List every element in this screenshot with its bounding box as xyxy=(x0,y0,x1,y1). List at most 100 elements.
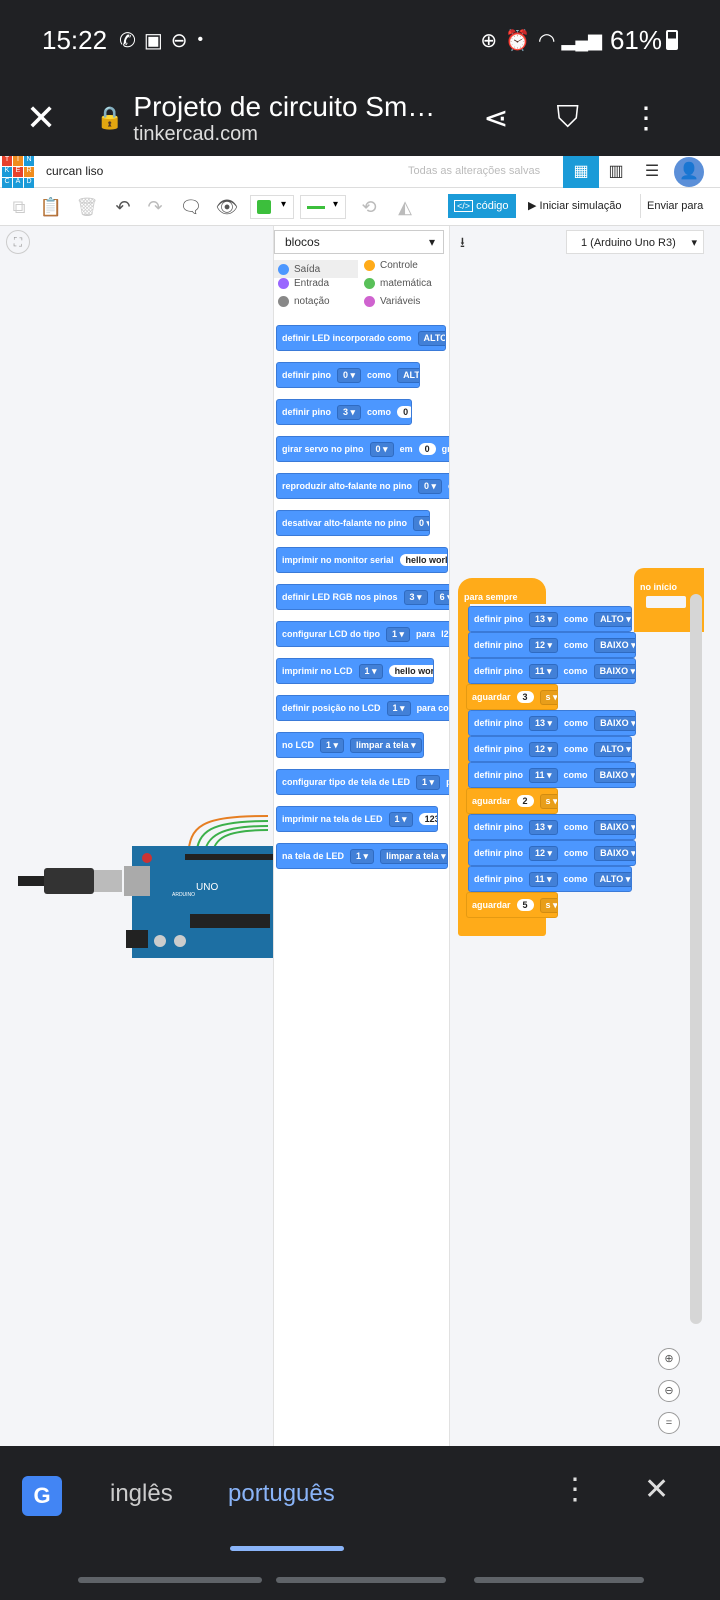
palette-block[interactable]: desativar alto-falante no pino 0 xyxy=(276,510,430,536)
delete-icon[interactable]: 🗑 xyxy=(74,194,100,220)
bookmark-icon[interactable]: ⛉ xyxy=(557,101,580,135)
zoom-in-icon[interactable]: ⊕ xyxy=(658,1348,680,1370)
palette-block[interactable]: configurar LCD do tipo1paraI2C ( xyxy=(276,621,449,647)
palette-block[interactable]: definir LED incorporado como ALTO xyxy=(276,325,446,351)
note-icon[interactable]: 🗨 xyxy=(178,194,204,220)
arduino-brand-label: ARDUINO xyxy=(172,892,195,898)
tinkercad-toolbar: ⧉ 📋 🗑 ↶ ↷ 🗨 👁 ▾ ▾ ⟲ ◭ </> código ▶ Inici… xyxy=(0,188,720,226)
chevron-down-icon: ▾ xyxy=(333,199,339,210)
set-pin-block[interactable]: definir pino13comoBAIXO xyxy=(468,814,636,840)
palette-block[interactable]: configurar tipo de tela de LED1para xyxy=(276,769,449,795)
status-bar: 15:22 ✆ ▣ ⊖ • ⊕ ⏰ ◠ ▂▄▆ 61% xyxy=(0,0,720,80)
block-palette: blocos ▾ Saída Controle Entrada matemátic… xyxy=(273,226,450,1456)
palette-block[interactable]: imprimir no monitor serialhello world xyxy=(276,547,448,573)
palette-block[interactable]: na tela de LED1limpar a tela xyxy=(276,843,448,869)
chevron-down-icon: ▾ xyxy=(691,237,697,249)
redo-icon[interactable]: ↷ xyxy=(142,194,168,220)
avatar[interactable]: 👤 xyxy=(674,157,704,187)
circuit-canvas[interactable]: ⛶ UNO ARDUINO xyxy=(0,226,273,1456)
undo-icon[interactable]: ↶ xyxy=(110,194,136,220)
nav-gesture-left[interactable] xyxy=(78,1577,262,1583)
dot-icon xyxy=(278,296,289,307)
url-text: tinkercad.com xyxy=(133,122,258,145)
code-button[interactable]: </> código xyxy=(448,194,516,218)
start-simulation-button[interactable]: ▶ Iniciar simulação xyxy=(522,194,634,218)
flip-icon[interactable]: ◭ xyxy=(392,194,418,220)
forever-block[interactable]: para sempre xyxy=(458,578,546,604)
wait-block[interactable]: aguardar 5 s xyxy=(466,892,558,918)
zoom-out-icon[interactable]: ⊖ xyxy=(658,1380,680,1402)
paste-icon[interactable]: 📋 xyxy=(38,194,64,220)
vertical-scrollbar[interactable] xyxy=(690,594,702,1324)
arduino-board[interactable]: UNO ARDUINO xyxy=(0,796,273,966)
wire-swatch-icon xyxy=(307,206,325,209)
palette-block[interactable]: reproduzir alto-falante no pino0com xyxy=(276,473,449,499)
category-entrada[interactable]: Entrada xyxy=(278,278,329,289)
rotate-icon[interactable]: ⟲ xyxy=(356,194,382,220)
copy-icon[interactable]: ⧉ xyxy=(6,194,32,220)
set-pin-block[interactable]: definir pino12comoBAIXO xyxy=(468,632,636,658)
project-name[interactable]: curcan liso xyxy=(46,164,103,178)
set-pin-block[interactable]: definir pino11comoALTO xyxy=(468,866,632,892)
more-options-icon[interactable]: ⋮ xyxy=(560,1472,590,1507)
close-tab-icon[interactable]: ✕ xyxy=(26,97,58,139)
send-to-button[interactable]: Enviar para xyxy=(640,194,718,218)
mode-select[interactable]: blocos ▾ xyxy=(274,230,444,254)
wait-block[interactable]: aguardar 3 s xyxy=(466,684,558,710)
set-pin-block[interactable]: definir pino12comoBAIXO xyxy=(468,840,636,866)
dot-icon xyxy=(278,278,289,289)
download-icon[interactable]: ⭳ xyxy=(460,232,465,256)
chip-view-icon[interactable]: ▥ xyxy=(604,156,628,188)
view-notes-icon[interactable]: 👁 xyxy=(214,194,240,220)
nav-gesture-right[interactable] xyxy=(474,1577,644,1583)
fit-view-icon[interactable]: ⛶ xyxy=(6,230,30,254)
set-pin-block[interactable]: definir pino11comoBAIXO xyxy=(468,658,636,684)
set-pin-block[interactable]: definir pino13comoALTO xyxy=(468,606,632,632)
set-pin-block[interactable]: definir pino11comoBAIXO xyxy=(468,762,636,788)
palette-block[interactable]: definir pino3como0 xyxy=(276,399,412,425)
zoom-reset-icon[interactable]: = xyxy=(658,1412,680,1434)
palette-block[interactable]: no LCD1limpar a tela xyxy=(276,732,424,758)
palette-block[interactable]: definir posição no LCD1para coluna xyxy=(276,695,449,721)
board-select[interactable]: 1 (Arduino Uno R3) ▾ xyxy=(566,230,704,254)
list-view-icon[interactable]: ☰ xyxy=(640,156,664,188)
battery-text: 61% xyxy=(609,24,662,55)
category-variaveis[interactable]: Variáveis xyxy=(364,296,420,307)
active-tab-indicator xyxy=(230,1546,344,1551)
battery-saver-icon: ⊕ xyxy=(480,29,498,52)
clock: 15:22 xyxy=(42,24,108,55)
browser-toolbar: ✕ 🔒 Projeto de circuito Sm… tinkercad.co… xyxy=(0,80,720,156)
category-notacao[interactable]: notação xyxy=(278,296,330,307)
setup-block-slot xyxy=(646,596,686,608)
set-pin-block[interactable]: definir pino13comoBAIXO xyxy=(468,710,636,736)
signal-icon: ▂▄▆ xyxy=(561,29,602,50)
dnd-icon: ⊖ xyxy=(170,29,188,52)
palette-block[interactable]: definir LED RGB nos pinos36 xyxy=(276,584,449,610)
code-workspace[interactable]: ⭳ 1 (Arduino Uno R3) ▾ para sempre defini… xyxy=(450,226,720,1456)
palette-block[interactable]: girar servo no pino0em0grau xyxy=(276,436,449,462)
url-box[interactable]: Projeto de circuito Sm… tinkercad.com xyxy=(133,91,463,146)
palette-block[interactable]: imprimir no LCD1hello world xyxy=(276,658,434,684)
wait-block[interactable]: aguardar 2 s xyxy=(466,788,558,814)
category-matematica[interactable]: matemática xyxy=(364,278,432,289)
nav-gesture-center[interactable] xyxy=(276,1577,446,1583)
more-menu-icon[interactable]: ⋮ xyxy=(631,101,661,136)
color-picker[interactable]: ▾ xyxy=(250,195,294,219)
wire-style-picker[interactable]: ▾ xyxy=(300,195,346,219)
set-pin-block[interactable]: definir pino12comoALTO xyxy=(468,736,632,762)
tinkercad-logo[interactable]: T I N K E R C A D xyxy=(2,156,34,188)
category-saida[interactable]: Saída xyxy=(274,260,358,278)
lang-to-tab[interactable]: português xyxy=(228,1480,335,1508)
palette-block[interactable]: definir pino0comoALTO xyxy=(276,362,420,388)
lang-from-tab[interactable]: inglês xyxy=(110,1480,173,1508)
close-icon[interactable]: ✕ xyxy=(644,1472,669,1507)
share-icon[interactable]: ⋖ xyxy=(483,101,508,136)
google-translate-icon[interactable]: G xyxy=(22,1476,62,1516)
alarm-icon: ⏰ xyxy=(505,29,531,52)
palette-block[interactable]: imprimir na tela de LED11234 xyxy=(276,806,438,832)
circuit-view-icon[interactable]: ▦ xyxy=(563,156,599,188)
category-controle[interactable]: Controle xyxy=(364,260,418,271)
play-icon: ▶ xyxy=(528,200,537,212)
dot-icon xyxy=(364,296,375,307)
page-title: Projeto de circuito Sm… xyxy=(133,90,436,122)
